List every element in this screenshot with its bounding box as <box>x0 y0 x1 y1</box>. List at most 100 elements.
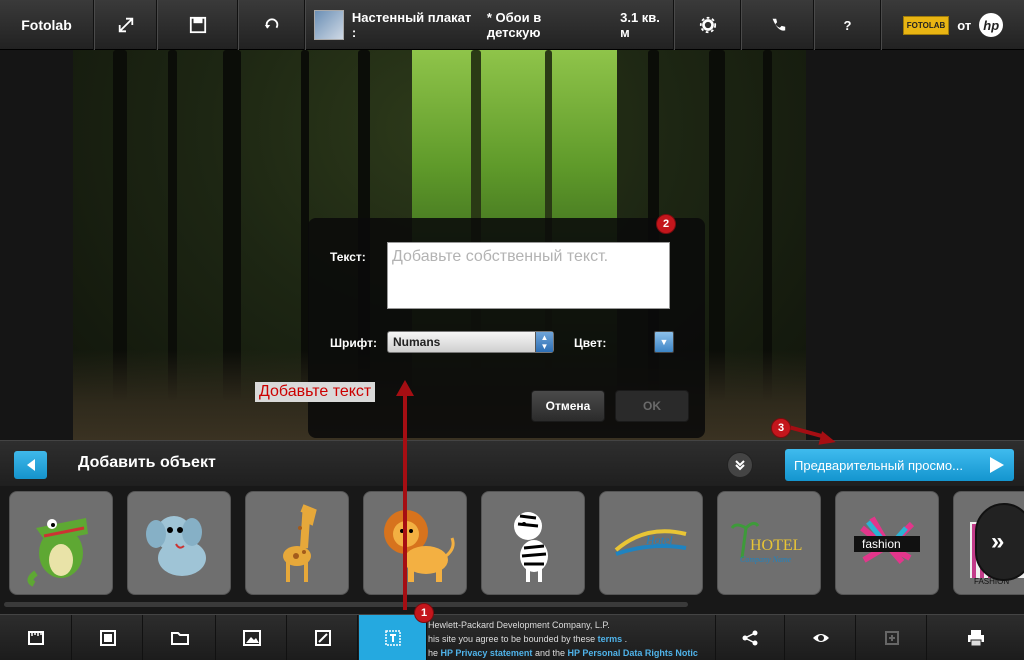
privacy-link[interactable]: HP Privacy statement <box>441 648 533 658</box>
preview-button[interactable]: Предварительный просмо... <box>785 449 1014 481</box>
collapse-panel-button[interactable] <box>727 452 753 478</box>
add-object-title: Добавить объект <box>78 454 216 471</box>
terms-line: his site you agree to be bounded by thes… <box>428 632 728 646</box>
font-select-value: Numans <box>393 335 441 349</box>
settings-button[interactable] <box>675 0 741 50</box>
bottom-toolbar: Hewlett-Packard Development Company, L.P… <box>0 614 1024 660</box>
edit-frame-icon <box>314 630 331 646</box>
privacy-line: he HP Privacy statement and the HP Perso… <box>428 646 728 660</box>
double-chevron-right-icon: » <box>991 528 1005 555</box>
clipart-hotel-logo-palm[interactable]: HOTEL Company Name <box>717 491 821 595</box>
terms-suffix: . <box>624 634 628 644</box>
color-dropdown[interactable]: ▼ <box>654 331 674 353</box>
tree-trunk <box>113 50 127 400</box>
cart-disabled-icon <box>884 631 899 645</box>
share-icon <box>742 630 758 646</box>
cancel-button[interactable]: Отмена <box>531 390 605 422</box>
share-button[interactable] <box>715 615 785 660</box>
clipart-elephant[interactable] <box>127 491 231 595</box>
open-folder-button[interactable] <box>144 615 216 660</box>
product-thumbnail <box>314 10 344 40</box>
tree-trunk <box>168 50 177 400</box>
undo-button[interactable] <box>239 0 305 50</box>
fotolab-logo: FOTOLAB <box>902 15 950 35</box>
hotel-palm-logo-icon: HOTELCompany Name <box>730 521 802 564</box>
giraffe-icon <box>283 504 317 582</box>
tree-trunk <box>223 50 241 400</box>
hotel-wave-text: Hotel <box>645 533 673 547</box>
elephant-icon <box>146 516 206 576</box>
data-rights-link[interactable]: HP Personal Data Rights Notic <box>567 648 697 658</box>
support-call-button[interactable] <box>742 0 814 50</box>
legal-footer: Hewlett-Packard Development Company, L.P… <box>428 618 728 660</box>
double-chevron-down-icon <box>735 460 745 471</box>
add-object-bar: Добавить объект Предварительный просмо..… <box>0 440 1024 486</box>
phone-icon <box>772 18 785 31</box>
step-badge-2: 2 <box>656 214 676 234</box>
font-select[interactable]: Numans ▲ ▼ <box>387 331 554 353</box>
text-box-icon <box>384 630 401 646</box>
print-button[interactable] <box>928 615 1024 660</box>
annotation-arrow-1-shaft <box>403 392 407 610</box>
custom-text-input[interactable]: Добавьте собственный текст. <box>387 242 670 309</box>
ruler-button[interactable] <box>0 615 72 660</box>
product-type: Настенный плакат : <box>351 10 472 40</box>
gallery-next-button[interactable]: » <box>975 503 1024 581</box>
clipart-lion[interactable] <box>363 491 467 595</box>
eye-icon <box>812 634 829 642</box>
vendor-branding: FOTOLAB от hp <box>882 0 1024 50</box>
color-label: Цвет: <box>574 336 607 350</box>
fashion-text: fashion <box>862 537 901 551</box>
from-label: от <box>957 17 972 33</box>
clipart-fashion-logo[interactable]: fashion <box>835 491 939 595</box>
hp-logo: hp <box>979 13 1004 37</box>
add-text-annotation: Добавьте текст <box>255 382 376 402</box>
image-icon <box>242 630 261 646</box>
product-size: 3.1 кв. м <box>620 10 660 40</box>
add-text-button[interactable] <box>359 615 427 660</box>
fashion-logo-icon: fashion <box>854 516 920 564</box>
help-button[interactable]: ? <box>815 0 881 50</box>
edit-frame-button[interactable] <box>288 615 358 660</box>
step-badge-1: 1 <box>414 603 434 623</box>
layout-button[interactable] <box>73 615 143 660</box>
add-image-button[interactable] <box>217 615 287 660</box>
privacy-prefix: he <box>428 648 439 658</box>
font-label: Шрифт: <box>330 336 377 350</box>
project-title: Настенный плакат : * Обои в детскую 3.1 … <box>306 0 674 50</box>
triangle-left-icon <box>26 459 35 471</box>
expand-icon <box>118 17 133 33</box>
annotation-arrow-1-head <box>396 380 414 396</box>
play-icon <box>990 457 1004 473</box>
printer-icon <box>968 630 984 647</box>
ruler-icon <box>27 631 44 645</box>
save-button[interactable] <box>158 0 238 50</box>
lion-icon <box>384 510 455 582</box>
crocodile-icon <box>27 518 88 587</box>
preview-button-label: Предварительный просмо... <box>794 457 963 473</box>
gallery-scrollbar[interactable] <box>4 602 688 607</box>
ok-button[interactable]: OK <box>615 390 689 422</box>
clipart-giraffe[interactable] <box>245 491 349 595</box>
hotel-wave-logo-icon: Hotel <box>614 529 687 556</box>
add-text-dialog: Текст: Добавьте собственный текст. Шрифт… <box>308 218 705 438</box>
save-icon <box>189 16 206 34</box>
gear-icon <box>699 16 716 34</box>
clipart-zebra[interactable] <box>481 491 585 595</box>
step-badge-3: 3 <box>771 418 791 438</box>
fullscreen-button[interactable] <box>95 0 157 50</box>
top-toolbar: Fotolab Настенный плакат : * Обои в детс… <box>0 0 1024 50</box>
hotel-palm-subtext: Company Name <box>740 555 792 564</box>
folder-icon <box>170 632 189 645</box>
project-name: * Обои в детскую <box>486 10 542 40</box>
clipart-gallery: Hotel HOTEL Company Name fashion FASHION <box>0 486 1024 614</box>
text-label: Текст: <box>330 250 366 264</box>
brand-title: Fotolab <box>0 0 94 50</box>
tree-trunk <box>763 50 772 400</box>
preview-eye-button[interactable] <box>786 615 856 660</box>
clipart-hotel-logo-wave[interactable]: Hotel <box>599 491 703 595</box>
back-button[interactable] <box>14 451 47 479</box>
terms-link[interactable]: terms <box>598 634 623 644</box>
clipart-crocodile[interactable] <box>9 491 113 595</box>
add-to-cart-button[interactable] <box>857 615 927 660</box>
